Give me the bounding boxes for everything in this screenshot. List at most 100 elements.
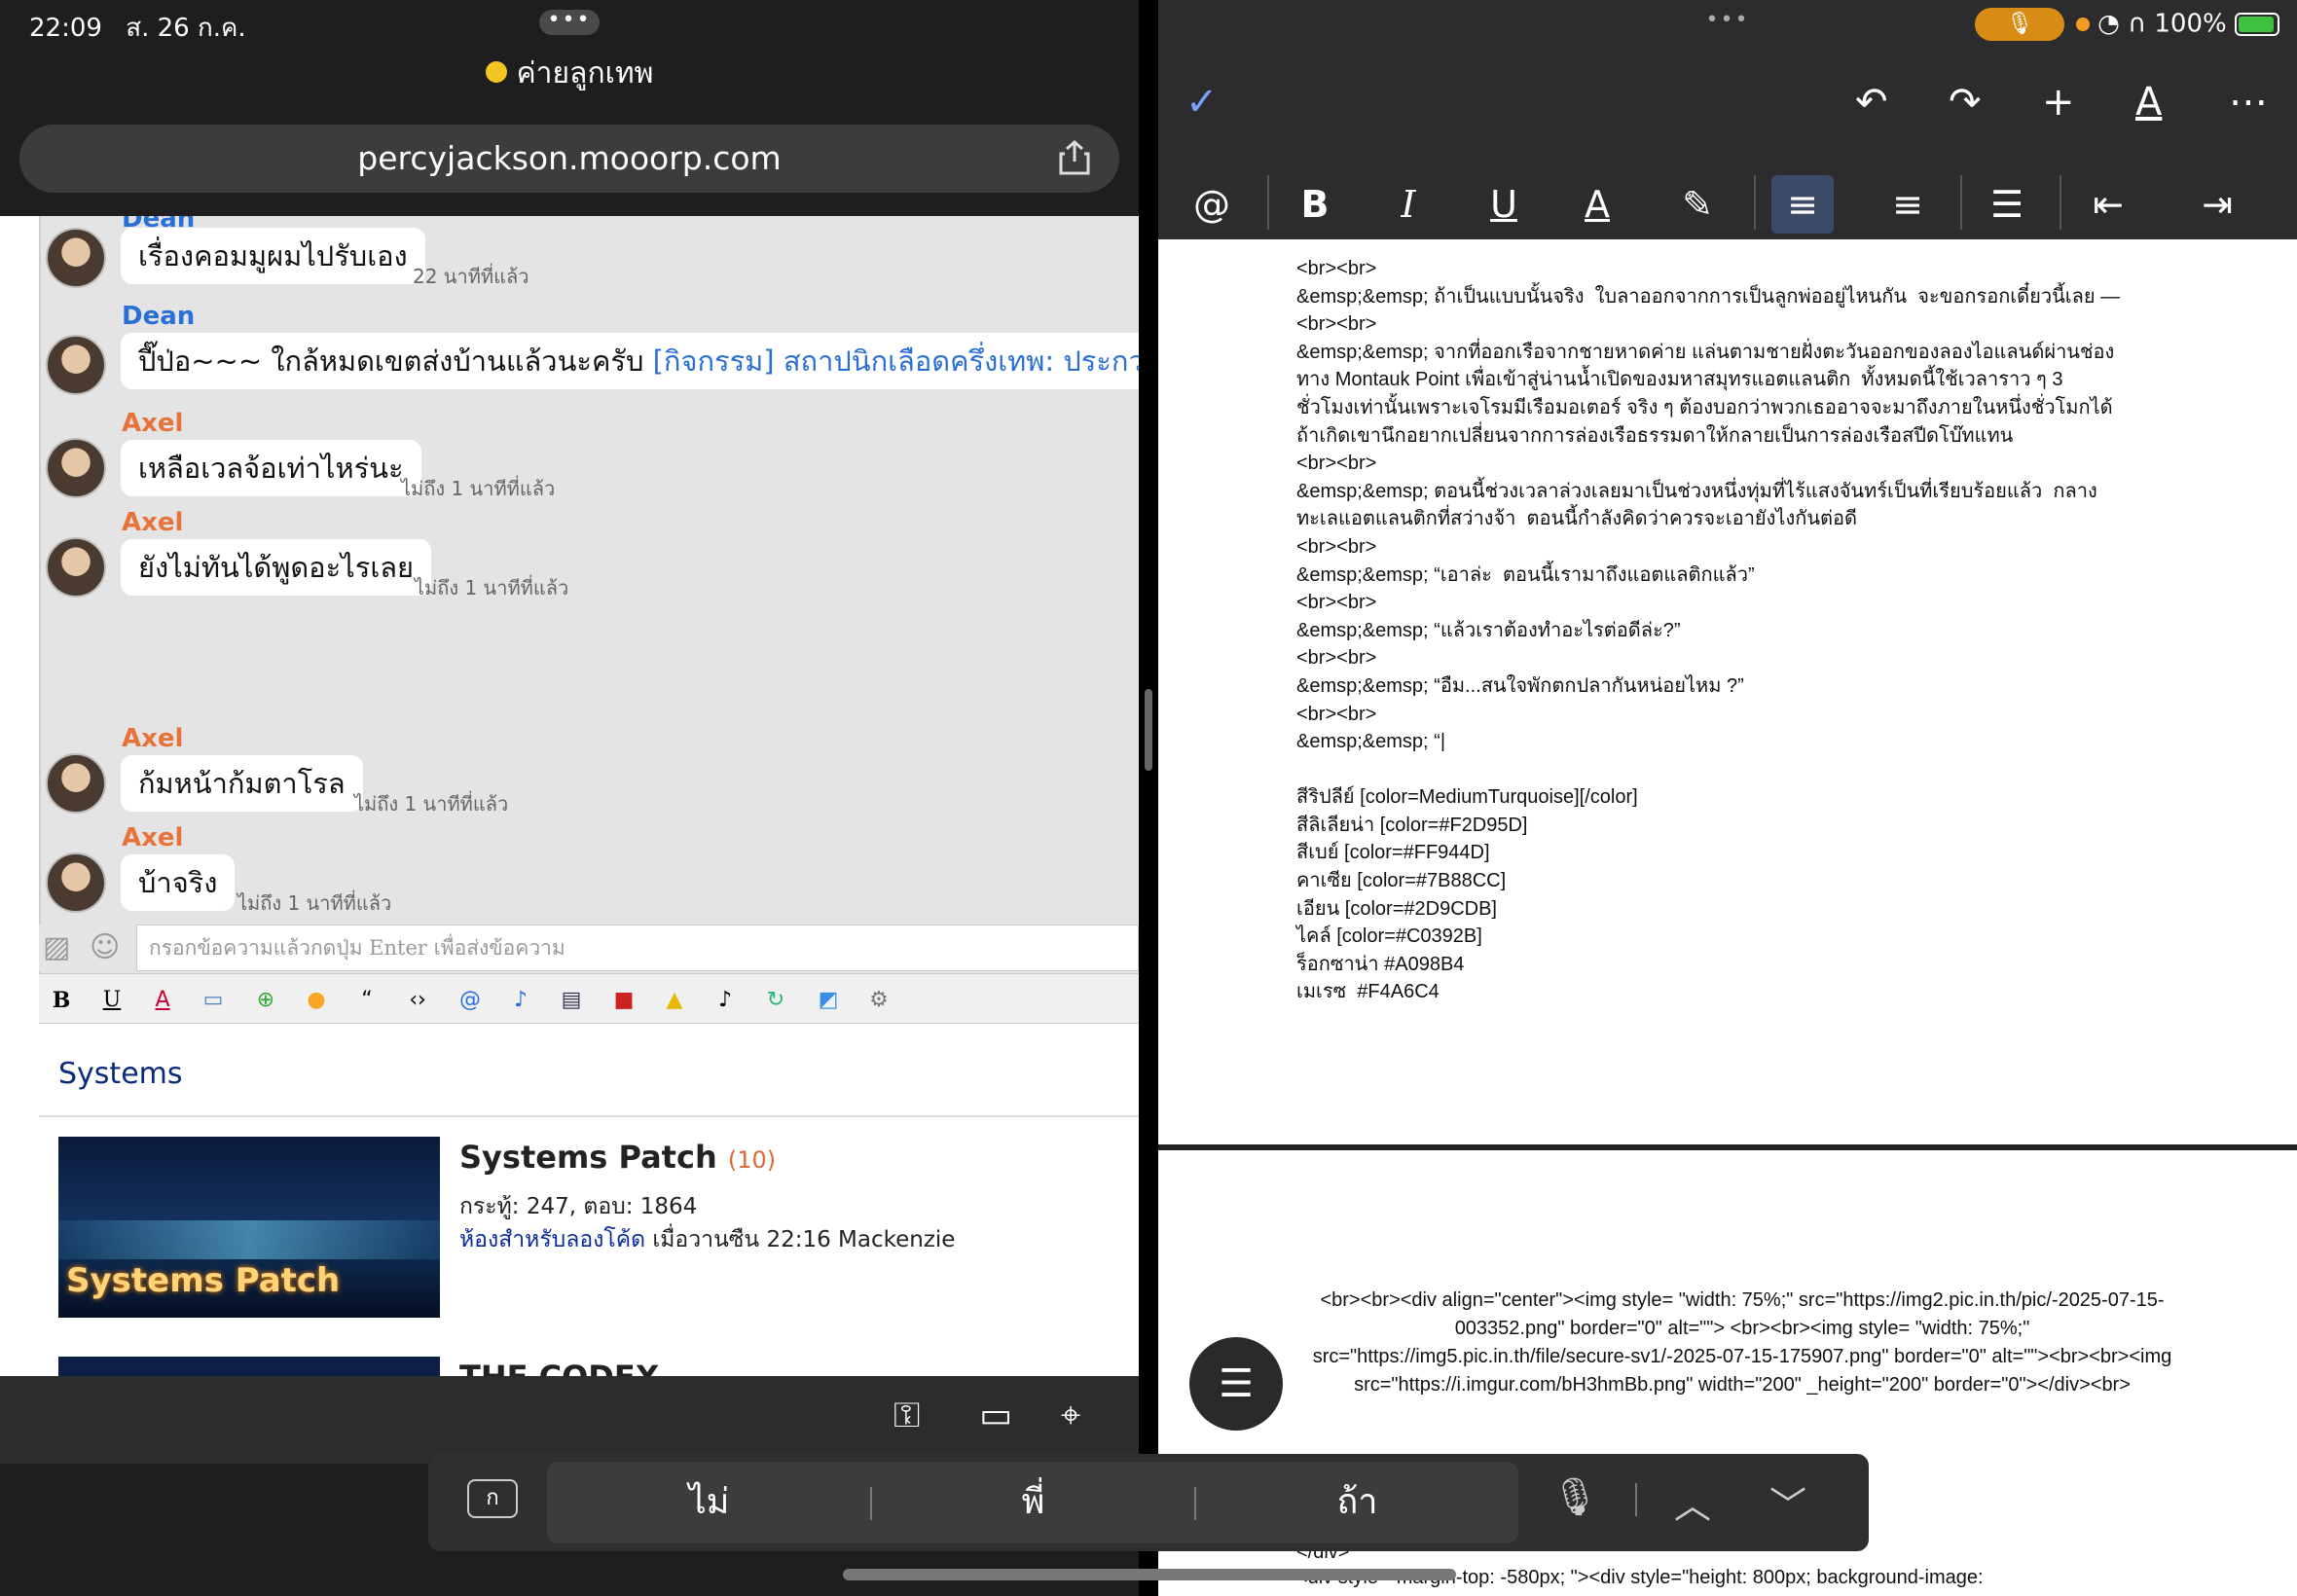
image-upload-icon[interactable]: ▨ bbox=[43, 930, 78, 965]
document-line[interactable]: ชั่วโมงเท่านั้นเพราะเจโรมมีเรือมอเตอร์ จ… bbox=[1296, 394, 2172, 422]
document-line[interactable] bbox=[1296, 756, 2172, 784]
document-line[interactable]: เอียน [color=#2D9CDB] bbox=[1296, 895, 2172, 924]
emoji-picker-icon[interactable]: ☺ bbox=[90, 930, 125, 965]
section-heading[interactable]: Systems bbox=[58, 1057, 183, 1091]
document-line[interactable]: ทาง Montauk Point เพื่อเข้าสู่น่านน้ำเปิ… bbox=[1296, 366, 2172, 394]
keyboard-key[interactable]: ก bbox=[467, 1479, 518, 1518]
document-line[interactable]: สีริปลีย์ [color=MediumTurquoise][/color… bbox=[1296, 783, 2172, 812]
location-pin-icon[interactable]: ⌖ bbox=[1061, 1396, 1080, 1436]
code-icon[interactable]: ‹› bbox=[403, 986, 432, 1015]
resize-icon[interactable]: ◩ bbox=[814, 986, 843, 1015]
document-page[interactable]: <br><br> &emsp;&emsp; ถ้าเป็นแบบนั้นจริง … bbox=[1158, 239, 2297, 1144]
forum-title[interactable]: THE CODEX bbox=[459, 1359, 659, 1376]
image-icon[interactable]: ▭ bbox=[199, 986, 228, 1015]
text-color-icon[interactable]: A bbox=[1573, 175, 1622, 234]
avatar[interactable] bbox=[46, 852, 106, 913]
chat-author[interactable]: Dean bbox=[122, 302, 195, 331]
document-line[interactable]: &emsp;&emsp; ถ้าเป็นแบบนั้นจริง ใบลาออกจ… bbox=[1296, 283, 2172, 311]
document-line[interactable]: เมเรซ #F4A6C4 bbox=[1296, 978, 2172, 1006]
chat-author[interactable]: Axel bbox=[122, 508, 183, 537]
document-line[interactable]: สีเบย์ [color=#FF944D] bbox=[1296, 839, 2172, 867]
text-format-icon[interactable]: A bbox=[2135, 80, 2162, 125]
underline-icon[interactable]: U bbox=[1479, 175, 1528, 234]
document-line[interactable]: &emsp;&emsp; “อืม...สนใจพักตกปลากันหน่อย… bbox=[1296, 672, 2172, 701]
italic-icon[interactable]: I bbox=[1384, 175, 1433, 234]
forum-title-text[interactable]: Systems Patch bbox=[459, 1139, 717, 1176]
microphone-icon[interactable]: 🎙 bbox=[1551, 1475, 1598, 1519]
avatar[interactable] bbox=[46, 753, 106, 814]
credit-card-icon[interactable]: ▭ bbox=[979, 1396, 1012, 1435]
outline-list-icon[interactable]: ☰ bbox=[1189, 1337, 1283, 1431]
document-line[interactable]: &emsp;&emsp; ตอนนี้ช่วงเวลาล่วงเลยมาเป็น… bbox=[1296, 478, 2172, 506]
suggestion-2[interactable]: พี่ bbox=[871, 1462, 1195, 1543]
document-line[interactable]: <br><br> bbox=[1296, 450, 2172, 478]
outdent-icon[interactable]: ⇤ bbox=[2077, 175, 2139, 234]
flash-icon[interactable]: ■ bbox=[609, 986, 638, 1015]
chat-author[interactable]: Axel bbox=[122, 724, 183, 753]
document-line[interactable]: <br><br> bbox=[1296, 644, 2172, 672]
text-color-icon[interactable]: A bbox=[148, 986, 177, 1015]
address-bar[interactable]: percyjackson.mooorp.com bbox=[19, 125, 1119, 193]
suggestion-1[interactable]: ไม่ bbox=[547, 1462, 871, 1543]
document-line[interactable]: &emsp;&emsp; “| bbox=[1296, 728, 2172, 756]
document-line[interactable]: <br><br> bbox=[1296, 310, 2172, 339]
split-view-handle[interactable] bbox=[1145, 689, 1152, 771]
forum-thumbnail[interactable] bbox=[58, 1357, 440, 1376]
document-line[interactable]: <br><br> bbox=[1296, 255, 2172, 283]
chevron-down-icon[interactable]: ﹀ bbox=[1769, 1475, 1806, 1529]
undo-icon[interactable]: ↶ bbox=[1855, 80, 1888, 125]
bold-icon[interactable]: B bbox=[1291, 175, 1339, 234]
done-check-icon[interactable]: ✓ bbox=[1185, 80, 1219, 125]
underline-icon[interactable]: U bbox=[97, 986, 127, 1015]
multitasking-dots-icon[interactable]: ••• bbox=[539, 10, 600, 35]
document-line[interactable]: &emsp;&emsp; จากที่ออกเรือจากชายหาดค่าย … bbox=[1296, 339, 2172, 367]
chat-author[interactable]: Axel bbox=[122, 409, 183, 438]
refresh-icon[interactable]: ↻ bbox=[761, 986, 790, 1015]
video-icon[interactable]: ▤ bbox=[557, 986, 586, 1015]
forum-title[interactable]: Systems Patch (10) bbox=[459, 1139, 776, 1176]
document-line[interactable]: ร็อกซาน่า #A098B4 bbox=[1296, 951, 2172, 979]
document-line[interactable]: คาเซีย [color=#7B88CC] bbox=[1296, 867, 2172, 895]
mention-icon[interactable]: @ bbox=[456, 986, 485, 1015]
split-view-divider[interactable] bbox=[1139, 0, 1158, 1596]
document-line[interactable]: <br><br> bbox=[1296, 701, 2172, 729]
align-left-icon[interactable]: ≡ bbox=[1771, 175, 1834, 234]
link-icon[interactable]: ⊕ bbox=[251, 986, 280, 1015]
document-line[interactable]: สีลิเลียน่า [color=#F2D95D] bbox=[1296, 812, 2172, 840]
chat-author[interactable]: Axel bbox=[122, 823, 183, 852]
document-text[interactable]: <br><br> &emsp;&emsp; ถ้าเป็นแบบนั้นจริง … bbox=[1296, 255, 2172, 1006]
tiktok-icon[interactable]: ♪ bbox=[711, 986, 740, 1015]
bullet-list-icon[interactable]: ☰ bbox=[1976, 175, 2038, 234]
more-icon[interactable]: ⋯ bbox=[2229, 80, 2268, 125]
suggestion-3[interactable]: ถ้า bbox=[1195, 1462, 1519, 1543]
quote-icon[interactable]: “ bbox=[352, 986, 382, 1015]
warning-icon[interactable]: ▲ bbox=[660, 986, 689, 1015]
chevron-up-icon[interactable]: ︿ bbox=[1674, 1475, 1711, 1529]
avatar[interactable] bbox=[46, 335, 106, 395]
document-line[interactable]: <br><br> bbox=[1296, 589, 2172, 617]
emoji-icon[interactable]: ● bbox=[302, 986, 331, 1015]
indent-icon[interactable]: ⇥ bbox=[2186, 175, 2248, 234]
activity-link[interactable]: [กิจกรรม] สถาปนิกเลือดครึ่งเทพ: ประกวดแบ… bbox=[653, 345, 1139, 378]
bold-icon[interactable]: B bbox=[47, 986, 76, 1015]
chat-input[interactable]: กรอกข้อความแล้วกดปุ่ม Enter เพื่อส่งข้อค… bbox=[136, 925, 1139, 971]
avatar[interactable] bbox=[46, 438, 106, 498]
settings-icon[interactable]: ⚙ bbox=[864, 986, 893, 1015]
document-line[interactable]: ทะเลแอตแลนติกที่สว่างจ้า ตอนนี้กำลังคิดว… bbox=[1296, 505, 2172, 533]
music-icon[interactable]: ♪ bbox=[506, 986, 535, 1015]
highlight-icon[interactable]: ✎ bbox=[1668, 175, 1727, 234]
html-code-paragraph[interactable]: <br><br><div align="center"><img style= … bbox=[1304, 1287, 2180, 1399]
redo-icon[interactable]: ↷ bbox=[1949, 80, 1982, 125]
share-icon[interactable] bbox=[1055, 138, 1094, 177]
document-line[interactable]: ไคล์ [color=#C0392B] bbox=[1296, 923, 2172, 951]
align-center-icon[interactable]: ≡ bbox=[1877, 175, 1939, 234]
forum-thumbnail[interactable]: Systems Patch bbox=[58, 1137, 440, 1318]
multitasking-dots-icon[interactable]: ••• bbox=[1697, 10, 1758, 35]
insert-icon[interactable]: + bbox=[2042, 80, 2075, 125]
mention-icon[interactable]: @ bbox=[1187, 175, 1236, 234]
key-icon[interactable]: ⚿ bbox=[893, 1396, 920, 1436]
avatar[interactable] bbox=[46, 537, 106, 598]
document-line[interactable]: &emsp;&emsp; “เอาล่ะ ตอนนี้เรามาถึงแอตแล… bbox=[1296, 562, 2172, 590]
avatar[interactable] bbox=[46, 228, 106, 288]
last-post-link[interactable]: ห้องสำหรับลองโค้ด bbox=[459, 1227, 645, 1252]
